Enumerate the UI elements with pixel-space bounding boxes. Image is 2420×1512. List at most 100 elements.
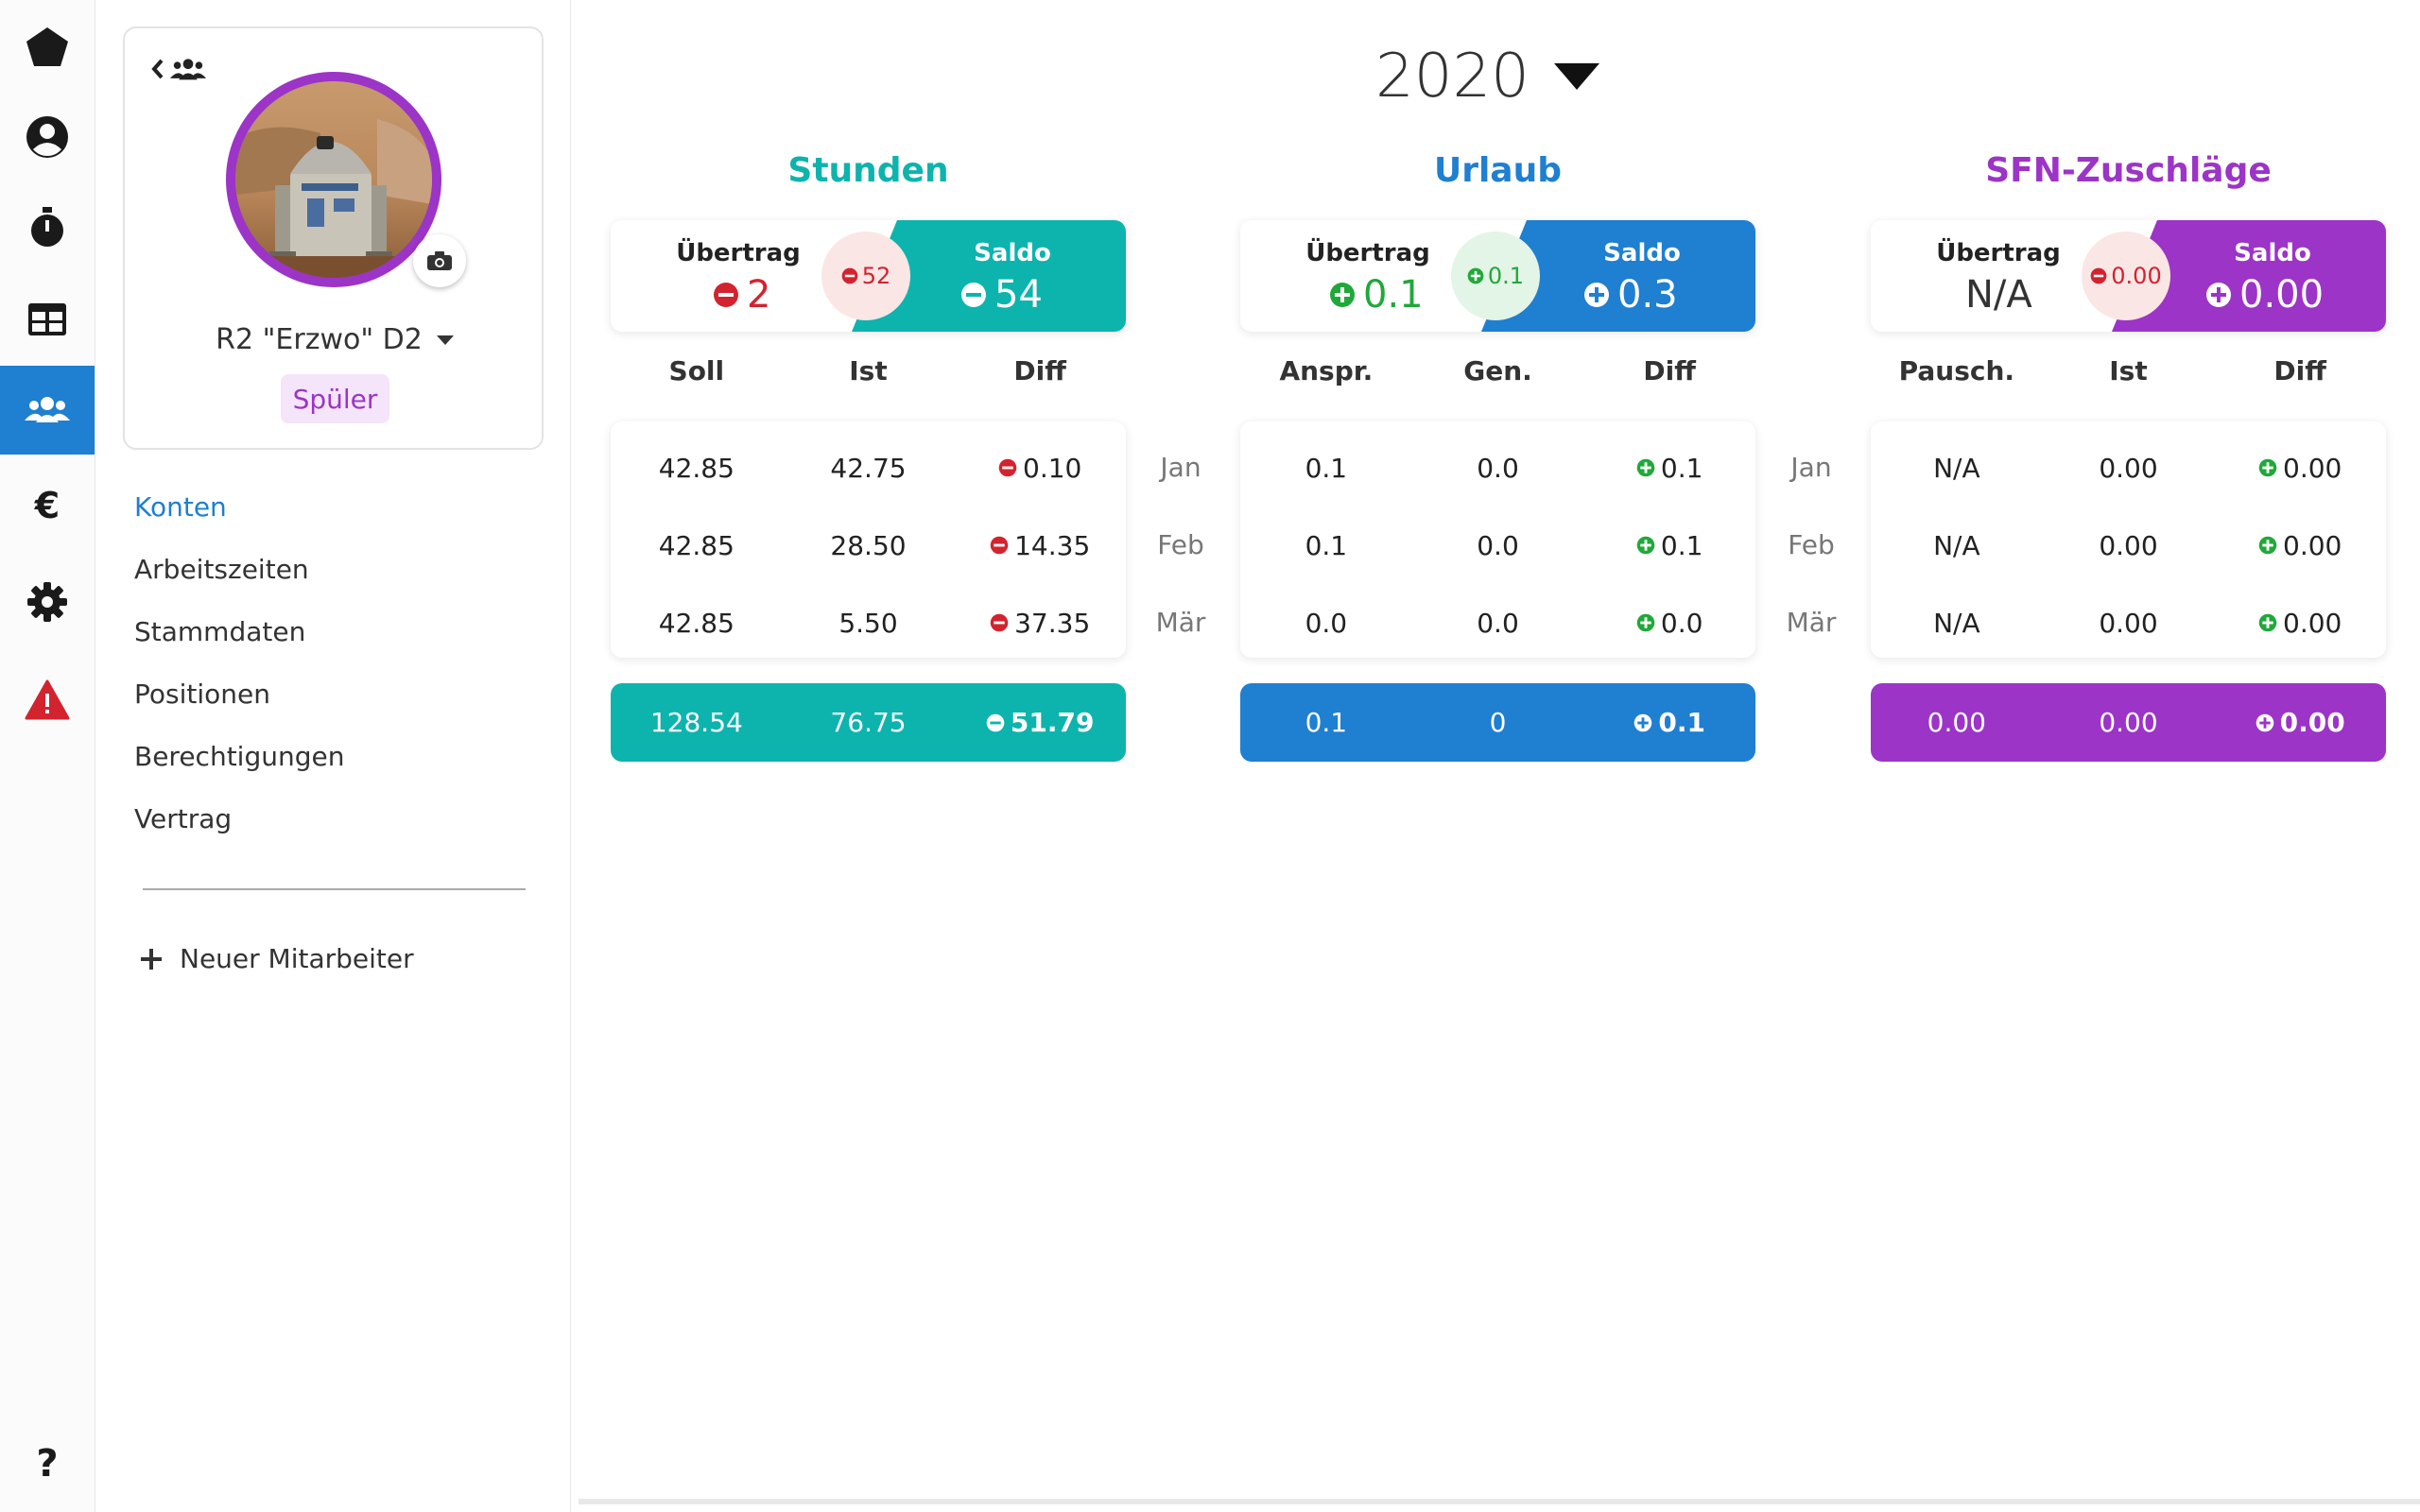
- stunden-diff-bubble: 52: [821, 232, 910, 320]
- rail-finance-button[interactable]: €: [0, 461, 95, 550]
- table-row: 0.0 0.0 0.0: [1240, 584, 1755, 662]
- rail-employees-button[interactable]: [0, 366, 95, 455]
- table-row: N/A 0.00 0.00: [1871, 507, 2386, 584]
- euro-icon: €: [34, 485, 60, 526]
- stunden-summary: Übertrag 2 52 Saldo 54: [611, 220, 1126, 332]
- table-row: N/A 0.00 0.00: [1871, 584, 2386, 662]
- minus-circle-icon: [714, 283, 738, 307]
- urlaub-headers: Anspr. Gen. Diff: [1240, 355, 1755, 387]
- table-row: 0.1 0.0 0.1: [1240, 507, 1755, 584]
- diff-cell: 0.0: [1583, 608, 1755, 639]
- stopwatch-icon: [31, 207, 63, 247]
- urlaub-totals: 0.1 0 0.1: [1240, 683, 1755, 762]
- sfn-title: SFN-Zuschläge: [1985, 151, 2272, 190]
- question-icon: ?: [36, 1442, 58, 1486]
- warning-icon: [25, 679, 70, 720]
- header-anspr: Anspr.: [1279, 355, 1374, 387]
- sfn-column: SFN-Zuschläge Übertrag N/A 0.00 Saldo 0.…: [1871, 0, 2386, 850]
- plus-circle-icon: [2258, 613, 2277, 632]
- svg-text:€: €: [34, 485, 60, 526]
- nav-divider: [143, 888, 526, 890]
- diff-cell: 0.10: [954, 453, 1126, 484]
- diff-total: 0.1: [1583, 707, 1755, 738]
- plus-circle-icon: [2206, 283, 2231, 307]
- rail-profile-button[interactable]: [0, 93, 95, 181]
- rail-settings-button[interactable]: [0, 558, 95, 646]
- user-name-dropdown[interactable]: R2 "Erzwo" D2: [125, 323, 545, 356]
- profile-panel: R2 "Erzwo" D2 Spüler Konten Arbeitszeite…: [95, 0, 571, 1512]
- stunden-headers: Soll Ist Diff: [611, 355, 1126, 387]
- stunden-title: Stunden: [787, 151, 949, 190]
- diff-cell: 0.1: [1583, 453, 1755, 484]
- users-icon: [170, 59, 206, 80]
- saldo-value: 0.3: [1583, 273, 1678, 317]
- header-ist: Ist: [849, 355, 888, 387]
- diff-cell: 0.00: [2214, 608, 2386, 639]
- rail-warnings-button[interactable]: [0, 656, 95, 745]
- gear-icon: [27, 582, 67, 622]
- diff-cell: 0.00: [2214, 530, 2386, 561]
- sfn-diff-bubble: 0.00: [2082, 232, 2170, 320]
- plus-circle-icon: [1634, 713, 1652, 731]
- table-row: 0.1 0.0 0.1: [1240, 429, 1755, 507]
- minus-circle-icon: [990, 613, 1009, 632]
- saldo-label: Saldo: [2234, 239, 2311, 267]
- nav-item-stammdaten[interactable]: Stammdaten: [134, 609, 344, 671]
- horizontal-scrollbar[interactable]: [579, 1499, 2420, 1504]
- plus-circle-icon: [1330, 283, 1355, 307]
- pentagon-logo-icon: [26, 27, 68, 66]
- chevron-left-icon: [151, 59, 164, 79]
- uebertrag-value: 2: [713, 273, 770, 317]
- new-employee-button[interactable]: Neuer Mitarbeiter: [140, 943, 414, 974]
- rail-table-button[interactable]: [0, 275, 95, 364]
- minus-circle-icon: [990, 536, 1009, 555]
- rail-help-button[interactable]: ?: [0, 1418, 95, 1506]
- nav-item-arbeitszeiten[interactable]: Arbeitszeiten: [134, 546, 344, 609]
- profile-card: R2 "Erzwo" D2 Spüler: [123, 26, 544, 450]
- diff-cell: 37.35: [954, 608, 1126, 639]
- avatar-image: [235, 81, 432, 278]
- nav-item-berechtigungen[interactable]: Berechtigungen: [134, 733, 344, 796]
- stunden-table: 42.85 42.75 0.10 42.85 28.50 14.35 42.85…: [611, 421, 1126, 658]
- svg-text:?: ?: [36, 1442, 58, 1486]
- plus-circle-icon: [2256, 713, 2273, 731]
- role-badge: Spüler: [281, 374, 389, 423]
- user-name: R2 "Erzwo" D2: [216, 323, 423, 356]
- table-row: N/A 0.00 0.00: [1871, 429, 2386, 507]
- sfn-headers: Pausch. Ist Diff: [1871, 355, 2386, 387]
- minus-circle-icon: [2090, 267, 2107, 284]
- saldo-label: Saldo: [974, 239, 1051, 267]
- change-photo-button[interactable]: [413, 234, 466, 287]
- header-diff: Diff: [2273, 355, 2326, 387]
- stunden-totals: 128.54 76.75 51.79: [611, 683, 1126, 762]
- nav-item-konten[interactable]: Konten: [134, 484, 344, 546]
- table-row: 42.85 5.50 37.35: [611, 584, 1126, 662]
- plus-circle-icon: [2258, 536, 2277, 555]
- user-circle-icon: [26, 116, 68, 158]
- header-pausch: Pausch.: [1898, 355, 2015, 387]
- header-diff: Diff: [1013, 355, 1066, 387]
- urlaub-diff-bubble: 0.1: [1451, 232, 1540, 320]
- month-labels-2: Jan Feb Mär: [1786, 452, 1837, 638]
- back-to-employees-button[interactable]: [151, 57, 206, 81]
- minus-circle-icon: [986, 713, 1005, 731]
- table-icon: [28, 303, 66, 335]
- urlaub-column: Urlaub Übertrag 0.1 0.1 Saldo 0.3 Anspr.…: [1240, 0, 1755, 850]
- uebertrag-value: N/A: [1965, 273, 2032, 317]
- minus-circle-icon: [998, 458, 1017, 477]
- urlaub-title: Urlaub: [1433, 151, 1563, 190]
- home-logo-button[interactable]: [0, 3, 95, 92]
- nav-item-vertrag[interactable]: Vertrag: [134, 796, 344, 858]
- minus-circle-icon: [841, 267, 858, 284]
- header-ist: Ist: [2109, 355, 2148, 387]
- plus-circle-icon: [1636, 458, 1655, 477]
- plus-circle-icon: [1636, 536, 1655, 555]
- avatar[interactable]: [226, 72, 441, 287]
- urlaub-table: 0.1 0.0 0.1 0.1 0.0 0.1 0.0 0.0 0.0: [1240, 421, 1755, 658]
- profile-nav: Konten Arbeitszeiten Stammdaten Position…: [134, 484, 344, 858]
- urlaub-summary: Übertrag 0.1 0.1 Saldo 0.3: [1240, 220, 1755, 332]
- nav-item-positionen[interactable]: Positionen: [134, 671, 344, 733]
- users-icon: [25, 397, 70, 422]
- header-diff: Diff: [1643, 355, 1696, 387]
- rail-time-button[interactable]: [0, 183, 95, 272]
